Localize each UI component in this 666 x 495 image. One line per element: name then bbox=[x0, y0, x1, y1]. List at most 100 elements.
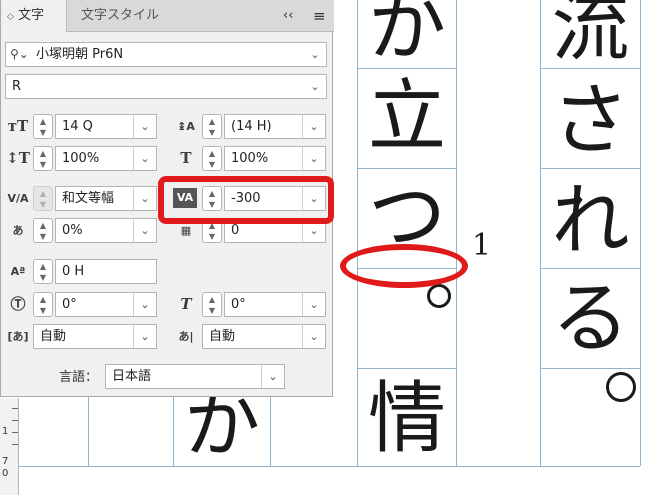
ruler-tick bbox=[12, 408, 18, 409]
kerning-value: 和文等幅 bbox=[62, 191, 115, 206]
chevron-down-icon[interactable]: ⌄ bbox=[302, 325, 325, 348]
tsume-value: 0% bbox=[62, 223, 83, 238]
leading-field[interactable]: (14 H) ⌄ bbox=[224, 114, 326, 139]
font-size-field[interactable]: 14 Q ⌄ bbox=[55, 114, 157, 139]
tsume-icon: あ bbox=[12, 224, 24, 237]
font-size-stepper[interactable]: ▲ ▼ bbox=[33, 114, 53, 139]
glyph-tatsu: 立 bbox=[367, 72, 446, 162]
tab-character-styles[interactable]: 文字スタイル bbox=[67, 0, 167, 32]
row-guide bbox=[357, 168, 456, 169]
baseline-shift-stepper[interactable]: ▲ ▼ bbox=[33, 259, 53, 284]
chevron-down-icon[interactable]: ⌄ bbox=[302, 187, 325, 210]
skew-stepper[interactable]: ▲ ▼ bbox=[202, 292, 222, 317]
baseline-shift-icon: Aª bbox=[10, 265, 26, 278]
tab-label: 文字 bbox=[18, 8, 45, 23]
panel-tabbar: ◇ 文字 文字スタイル ‹‹ ≡ bbox=[1, 0, 334, 32]
ruler-number: 7 bbox=[2, 456, 9, 467]
language-select[interactable]: 日本語 ⌄ bbox=[105, 364, 285, 389]
ruler-number: 0 bbox=[2, 468, 9, 479]
baseline-shift-value: 0 H bbox=[62, 264, 85, 279]
aki-before-icon: [あ] bbox=[7, 330, 29, 343]
chevron-down-icon[interactable]: ⌄ bbox=[302, 115, 325, 138]
language-value: 日本語 bbox=[112, 369, 152, 384]
tracking-value: -300 bbox=[231, 191, 261, 206]
kuten-mark bbox=[427, 284, 451, 308]
collapse-panel-button[interactable]: ‹‹ bbox=[283, 0, 293, 32]
chevron-down-icon[interactable]: ⌄ bbox=[133, 115, 156, 138]
chevron-down-icon[interactable]: ⌄ bbox=[133, 187, 156, 210]
leading-icon: ↨A bbox=[177, 120, 195, 133]
row-guide bbox=[540, 268, 640, 269]
search-icon: ⚲⌄ bbox=[10, 47, 29, 61]
vertical-scale-field[interactable]: 100% ⌄ bbox=[55, 146, 157, 171]
chevron-down-icon[interactable]: ⌄ bbox=[302, 293, 325, 316]
font-style-value: R bbox=[12, 79, 22, 94]
font-style-field[interactable]: R ⌄ bbox=[5, 74, 327, 99]
column-guide bbox=[456, 0, 457, 466]
font-size-icon: ᴛT bbox=[7, 117, 29, 135]
leading-value: (14 H) bbox=[231, 119, 272, 134]
rotation-value: 0° bbox=[62, 297, 77, 312]
rotation-stepper[interactable]: ▲ ▼ bbox=[33, 292, 53, 317]
glyph-ru: る bbox=[551, 274, 630, 364]
font-family-value: 小塚明朝 Pr6N bbox=[36, 47, 124, 62]
baseline-shift-field[interactable]: 0 H bbox=[55, 259, 157, 284]
skew-value: 0° bbox=[231, 297, 246, 312]
font-size-value: 14 Q bbox=[62, 119, 93, 134]
leading-stepper[interactable]: ▲ ▼ bbox=[202, 114, 222, 139]
aki-after-value: 自動 bbox=[209, 329, 236, 344]
chevron-down-icon[interactable]: ⌄ bbox=[304, 43, 326, 66]
chevron-down-icon[interactable]: ⌄ bbox=[133, 325, 156, 348]
footnote-number: 1 bbox=[472, 228, 492, 263]
rotation-field[interactable]: 0° ⌄ bbox=[55, 292, 157, 317]
vertical-scale-stepper[interactable]: ▲ ▼ bbox=[33, 146, 53, 171]
highlight-ellipse bbox=[340, 244, 468, 288]
grid-value: 0 bbox=[231, 223, 240, 238]
font-family-field[interactable]: ⚲⌄ 小塚明朝 Pr6N ⌄ bbox=[5, 42, 327, 67]
glyph-nagare: 流 bbox=[551, 0, 630, 72]
character-panel: ◇ 文字 文字スタイル ‹‹ ≡ ⚲⌄ 小塚明朝 Pr6N ⌄ R ⌄ ᴛT ▲… bbox=[0, 0, 334, 397]
chevron-down-icon[interactable]: ⌄ bbox=[302, 147, 325, 170]
tsume-stepper[interactable]: ▲ ▼ bbox=[33, 218, 53, 243]
ruler-tick bbox=[12, 432, 18, 433]
horizontal-scale-stepper[interactable]: ▲ ▼ bbox=[202, 146, 222, 171]
horizontal-scale-icon: T bbox=[180, 149, 192, 167]
tab-arrows-icon: ◇ bbox=[7, 12, 14, 22]
grid-icon: ▦ bbox=[180, 224, 192, 237]
chevron-down-icon[interactable]: ⌄ bbox=[302, 219, 325, 242]
glyph-re: れ bbox=[551, 176, 630, 266]
chevron-down-icon[interactable]: ⌄ bbox=[261, 365, 284, 388]
tracking-stepper[interactable]: ▲ ▼ bbox=[202, 186, 222, 211]
kerning-stepper[interactable]: ▲ ▼ bbox=[33, 186, 53, 211]
frame-bottom bbox=[18, 466, 640, 467]
tsume-field[interactable]: 0% ⌄ bbox=[55, 218, 157, 243]
chevron-down-icon[interactable]: ⌄ bbox=[133, 147, 156, 170]
aki-after-field[interactable]: 自動 ⌄ bbox=[202, 324, 326, 349]
aki-before-value: 自動 bbox=[40, 329, 67, 344]
column-guide bbox=[640, 0, 641, 466]
kuten-mark bbox=[606, 372, 636, 402]
kerning-icon: V/A bbox=[7, 192, 29, 205]
row-guide bbox=[540, 168, 640, 169]
grid-field[interactable]: 0 ⌄ bbox=[224, 218, 326, 243]
aki-after-icon: あ| bbox=[178, 330, 194, 343]
horizontal-scale-field[interactable]: 100% ⌄ bbox=[224, 146, 326, 171]
tab-character[interactable]: ◇ 文字 bbox=[1, 0, 67, 32]
chevron-down-icon[interactable]: ⌄ bbox=[133, 219, 156, 242]
ruler-tick bbox=[12, 444, 18, 445]
tracking-field[interactable]: -300 ⌄ bbox=[224, 186, 326, 211]
vertical-scale-value: 100% bbox=[62, 151, 100, 166]
vertical-scale-icon: ↕T bbox=[6, 149, 30, 167]
grid-stepper[interactable]: ▲ ▼ bbox=[202, 218, 222, 243]
panel-menu-button[interactable]: ≡ bbox=[313, 0, 326, 32]
vertical-ruler: 1 7 0 bbox=[0, 398, 19, 495]
skew-icon: T bbox=[180, 295, 192, 313]
chevron-down-icon[interactable]: ⌄ bbox=[304, 75, 326, 98]
skew-field[interactable]: 0° ⌄ bbox=[224, 292, 326, 317]
tracking-icon: VA bbox=[173, 188, 197, 208]
glyph-ka: か bbox=[367, 0, 446, 72]
aki-before-field[interactable]: 自動 ⌄ bbox=[33, 324, 157, 349]
kerning-field[interactable]: 和文等幅 ⌄ bbox=[55, 186, 157, 211]
row-guide bbox=[357, 368, 456, 369]
chevron-down-icon[interactable]: ⌄ bbox=[133, 293, 156, 316]
